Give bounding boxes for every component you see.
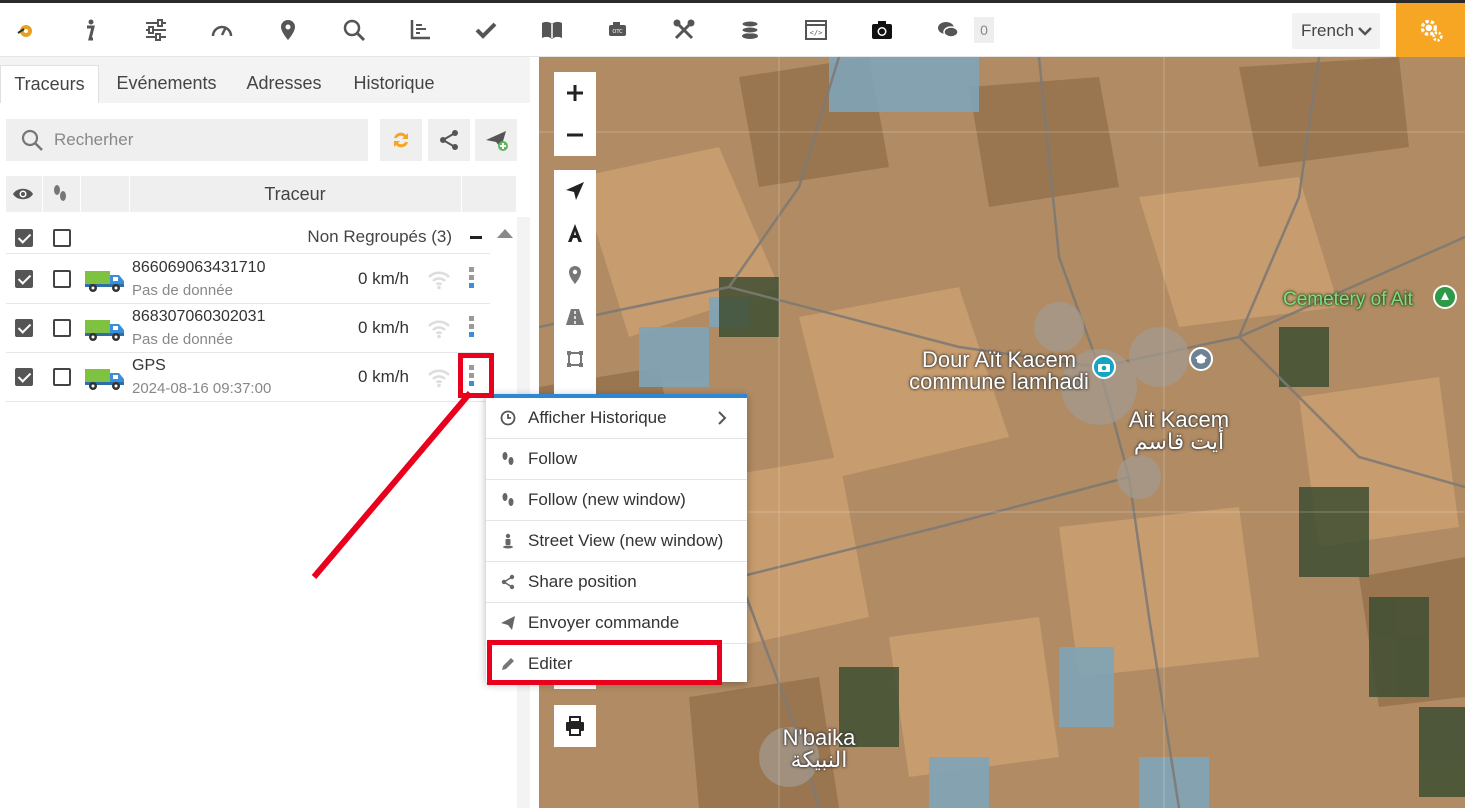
annotation-arrow-line bbox=[311, 391, 473, 579]
